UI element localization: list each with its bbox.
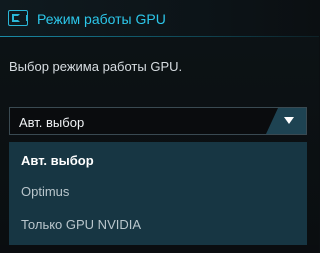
option-nvidia-only[interactable]: Только GPU NVIDIA: [21, 217, 141, 232]
select-current-value: Авт. выбор: [19, 115, 85, 130]
panel-title: Режим работы GPU: [37, 11, 166, 27]
gpu-mode-dropdown-list: Авт. выбор Optimus Только GPU NVIDIA: [9, 142, 307, 245]
chevron-down-icon: [284, 117, 294, 124]
description-text: Выбор режима работы GPU.: [9, 59, 183, 74]
panel-header: Режим работы GPU: [0, 0, 319, 36]
bottom-edge: [0, 245, 319, 253]
gpu-mode-panel: Режим работы GPU Выбор режима работы GPU…: [0, 0, 319, 253]
option-optimus[interactable]: Optimus: [21, 184, 69, 199]
gpu-icon: [8, 10, 28, 26]
header-divider: [0, 36, 319, 37]
option-auto[interactable]: Авт. выбор: [21, 153, 94, 168]
gpu-mode-select[interactable]: Авт. выбор: [9, 107, 307, 135]
